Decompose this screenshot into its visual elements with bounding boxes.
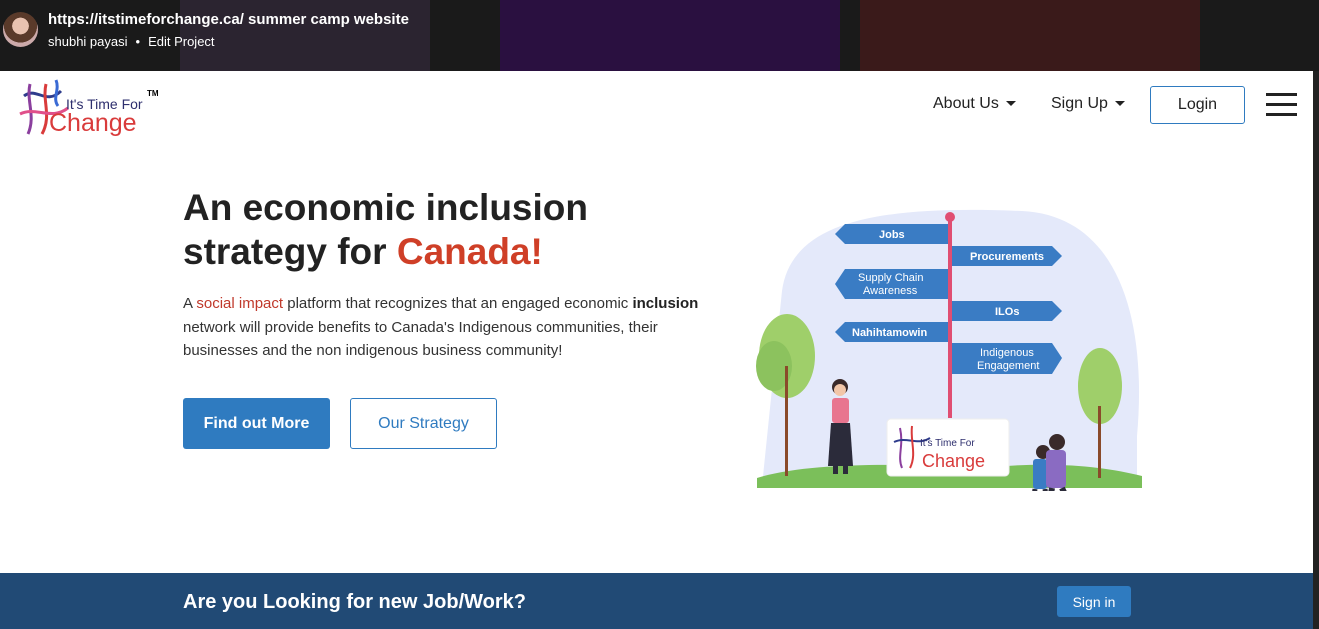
- logo-line2: Change: [49, 109, 137, 137]
- sign-indigenous: Indigenous: [980, 347, 1034, 359]
- headline-highlight: Canada!: [396, 231, 543, 272]
- sign-jobs: Jobs: [879, 229, 905, 241]
- background-thumbnail: [860, 0, 1200, 71]
- avatar[interactable]: [3, 12, 38, 47]
- sign-awareness: Awareness: [863, 285, 918, 297]
- para-suffix: network will provide benefits to Canada'…: [183, 318, 658, 360]
- separator-dot: •: [135, 34, 141, 49]
- website-page: It's Time For TM Change About Us Sign Up…: [0, 71, 1313, 629]
- sign-procurements: Procurements: [970, 251, 1044, 263]
- job-banner: Are you Looking for new Job/Work? Sign i…: [0, 573, 1313, 629]
- logo-trademark: TM: [147, 89, 159, 98]
- video-overlay-header: https://itstimeforchange.ca/ summer camp…: [0, 0, 1319, 71]
- headline-text: strategy for: [183, 231, 397, 272]
- sign-supply-chain: Supply Chain: [858, 272, 923, 284]
- nav-signup-label: Sign Up: [1051, 95, 1108, 112]
- sign-engagement: Engagement: [977, 360, 1039, 372]
- hero-headline: An economic inclusion strategy for Canad…: [183, 186, 588, 274]
- nav-sign-up[interactable]: Sign Up: [1051, 95, 1125, 113]
- para-middle: platform that recognizes that an engaged…: [283, 295, 633, 312]
- headline-line2: strategy for Canada!: [183, 230, 588, 274]
- find-out-more-button[interactable]: Find out More: [183, 398, 330, 449]
- sign-ilos: ILOs: [995, 306, 1019, 318]
- nav-about-us[interactable]: About Us: [933, 95, 1016, 113]
- edit-project-link[interactable]: Edit Project: [148, 34, 214, 49]
- login-button[interactable]: Login: [1150, 86, 1245, 124]
- signpost-illustration: Jobs Procurements Supply Chain Awareness…: [756, 209, 1142, 491]
- sign-logo-line1: It's Time For: [920, 438, 975, 449]
- project-meta: shubhi payasi • Edit Project: [48, 34, 215, 49]
- inclusion-bold: inclusion: [632, 295, 699, 312]
- author-name[interactable]: shubhi payasi: [48, 34, 128, 49]
- social-impact-text: social impact: [196, 295, 284, 312]
- sign-nahihtamowin: Nahihtamowin: [852, 327, 927, 339]
- hero-description: A social impact platform that recognizes…: [183, 292, 723, 363]
- menu-icon[interactable]: [1266, 93, 1297, 117]
- nav-about-label: About Us: [933, 95, 999, 112]
- project-title[interactable]: https://itstimeforchange.ca/ summer camp…: [48, 11, 409, 28]
- job-banner-text: Are you Looking for new Job/Work?: [183, 591, 526, 613]
- chevron-down-icon: [1005, 101, 1016, 107]
- our-strategy-button[interactable]: Our Strategy: [350, 398, 497, 449]
- para-prefix: A: [183, 295, 197, 312]
- headline-line1: An economic inclusion: [183, 187, 588, 228]
- background-thumbnail: [500, 0, 840, 71]
- sign-in-button[interactable]: Sign in: [1057, 586, 1131, 617]
- site-logo[interactable]: It's Time For TM Change: [16, 76, 166, 138]
- chevron-down-icon: [1114, 101, 1125, 107]
- sign-logo-line2: Change: [922, 451, 985, 471]
- right-gutter: [1313, 71, 1319, 629]
